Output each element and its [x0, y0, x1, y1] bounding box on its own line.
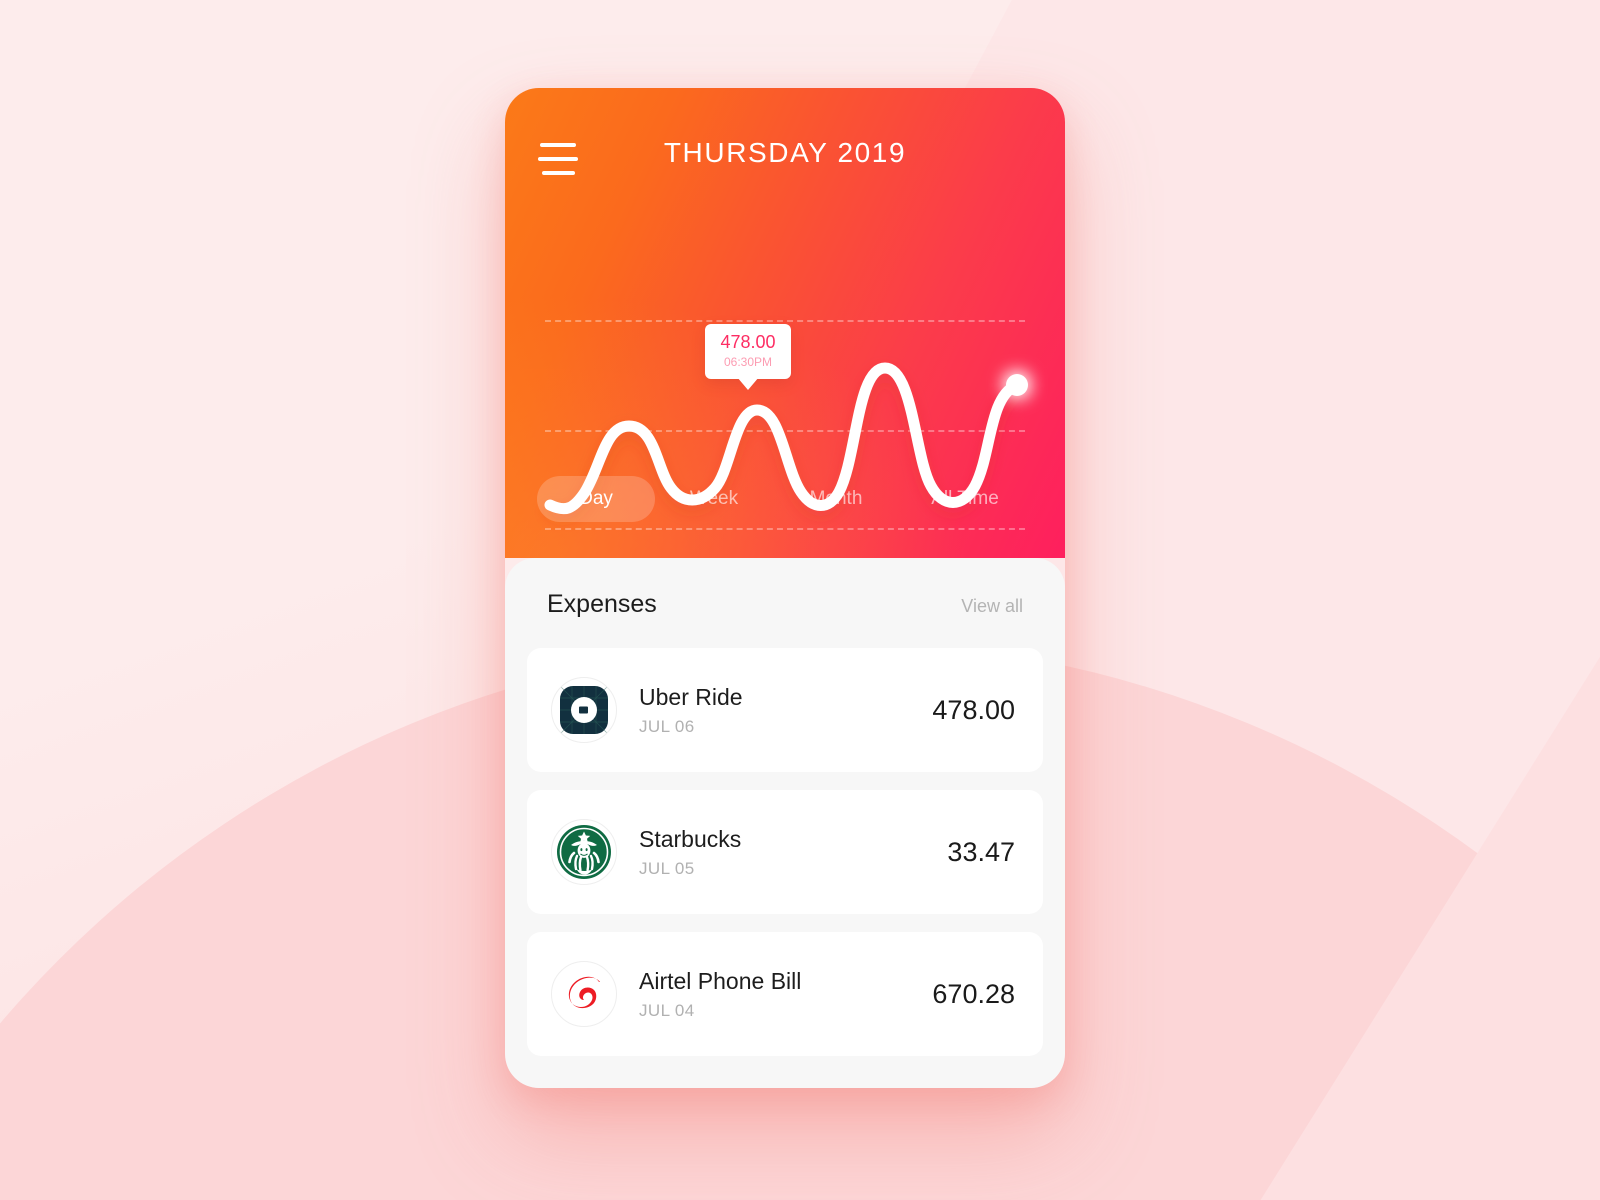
- expense-date: JUL 04: [639, 1000, 695, 1020]
- tab-month[interactable]: Month: [773, 476, 899, 522]
- chart-tooltip: 478.00 06:30PM: [705, 324, 791, 390]
- expense-amount: 478.00: [932, 694, 1015, 725]
- table-row[interactable]: Uber Ride JUL 06 478.00: [527, 648, 1043, 772]
- expense-amount: 670.28: [932, 978, 1015, 1009]
- expense-date: JUL 06: [639, 716, 695, 736]
- timerange-tab-bar: Day Week Month All Time: [505, 474, 1065, 524]
- expense-date: JUL 05: [639, 858, 695, 878]
- expenses-list: Uber Ride JUL 06 478.00 Starbucks JUL 05…: [527, 648, 1043, 1074]
- expenses-sheet: Expenses View all Uber Ride JUL 06 478.0…: [505, 558, 1065, 1088]
- expense-name: Uber Ride: [639, 684, 743, 711]
- chart-endpoint-dot: [1006, 374, 1028, 396]
- starbucks-logo-icon: [557, 825, 611, 879]
- app-top-bar: THURSDAY 2019: [505, 88, 1065, 220]
- page-title: THURSDAY 2019: [663, 137, 907, 168]
- tab-day[interactable]: Day: [537, 476, 655, 522]
- table-row[interactable]: Starbucks JUL 05 33.47: [527, 790, 1043, 914]
- table-row[interactable]: Airtel Phone Bill JUL 04 670.28: [527, 932, 1043, 1056]
- expense-text: Uber Ride JUL 06: [639, 683, 932, 737]
- section-title: Expenses: [547, 590, 657, 618]
- tooltip-value: 478.00: [720, 332, 776, 352]
- expense-text: Airtel Phone Bill JUL 04: [639, 967, 932, 1021]
- view-all-link[interactable]: View all: [961, 596, 1023, 617]
- uber-logo-icon: [559, 685, 609, 735]
- expense-name: Airtel Phone Bill: [639, 968, 802, 995]
- avatar: [551, 677, 617, 743]
- expense-amount: 33.47: [947, 836, 1015, 867]
- tab-week[interactable]: Week: [655, 476, 773, 522]
- avatar: [551, 961, 617, 1027]
- tooltip-time: 06:30PM: [723, 354, 773, 369]
- expense-name: Starbucks: [639, 826, 742, 853]
- avatar: [551, 819, 617, 885]
- hamburger-line-3: [542, 171, 575, 175]
- hero-gradient-panel: THURSDAY 2019 478.00 06:30PM Day Week Mo…: [505, 88, 1065, 558]
- tab-all-time[interactable]: All Time: [899, 476, 1031, 522]
- airtel-logo-icon: [568, 976, 600, 1009]
- phone-mockup: THURSDAY 2019 478.00 06:30PM Day Week Mo…: [505, 88, 1065, 1088]
- expense-text: Starbucks JUL 05: [639, 825, 947, 879]
- expenses-header: Expenses View all: [547, 590, 1023, 619]
